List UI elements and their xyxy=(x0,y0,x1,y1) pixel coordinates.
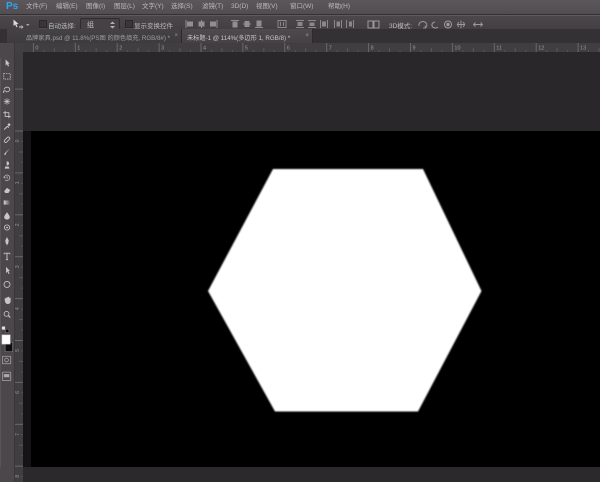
svg-text:0: 0 xyxy=(15,139,21,142)
svg-text:1: 1 xyxy=(77,46,80,52)
svg-text:7: 7 xyxy=(329,46,332,52)
svg-text:5: 5 xyxy=(245,46,248,52)
svg-text:4: 4 xyxy=(203,46,206,52)
svg-text:2: 2 xyxy=(15,223,21,226)
svg-text:4: 4 xyxy=(15,307,21,310)
svg-text:2: 2 xyxy=(119,46,122,52)
svg-text:8: 8 xyxy=(371,46,374,52)
svg-text:10: 10 xyxy=(454,46,460,52)
svg-text:13: 13 xyxy=(580,46,586,52)
svg-text:11: 11 xyxy=(496,46,502,52)
svg-text:12: 12 xyxy=(538,46,544,52)
svg-text:6: 6 xyxy=(287,46,290,52)
svg-text:3: 3 xyxy=(161,46,164,52)
svg-text:9: 9 xyxy=(413,46,416,52)
svg-text:5: 5 xyxy=(15,349,21,352)
svg-text:8: 8 xyxy=(15,475,21,478)
svg-text:6: 6 xyxy=(15,391,21,394)
svg-text:0: 0 xyxy=(35,46,38,52)
svg-text:3: 3 xyxy=(15,265,21,268)
svg-text:1: 1 xyxy=(15,181,21,184)
svg-text:7: 7 xyxy=(15,433,21,436)
